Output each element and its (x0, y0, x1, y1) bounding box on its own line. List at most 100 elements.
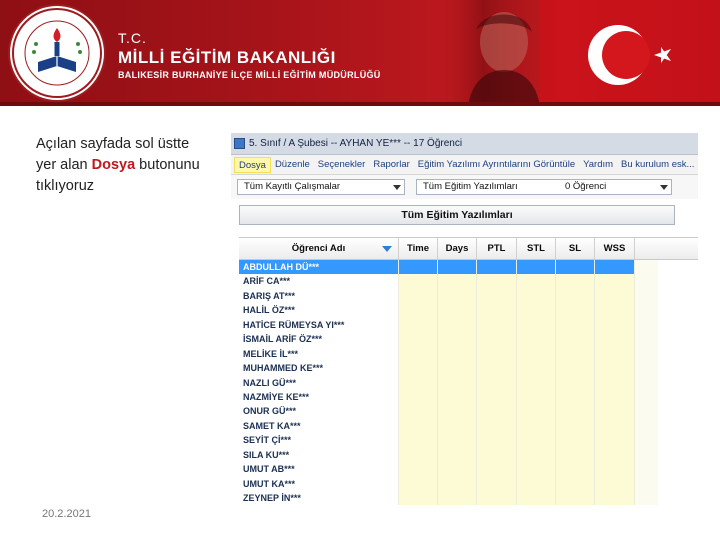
metric-cell (399, 418, 438, 434)
table-row[interactable]: İSMAİL ARİF ÖZ*** (239, 332, 698, 347)
table-row[interactable]: ARİF CA*** (239, 274, 698, 289)
row-filler (635, 462, 658, 477)
sort-desc-icon (382, 246, 392, 252)
metric-cell (595, 332, 635, 347)
metric-cell (556, 332, 595, 347)
row-filler (635, 274, 658, 289)
metric-cell (595, 274, 635, 289)
metric-cell (477, 260, 517, 275)
column-header-filler (635, 238, 658, 259)
chevron-down-icon[interactable] (660, 185, 668, 190)
metric-cell (517, 447, 556, 463)
chevron-down-icon[interactable] (393, 185, 401, 190)
menu-item-raporlar[interactable]: Raporlar (369, 157, 413, 173)
metric-cell (399, 389, 438, 405)
student-name-cell: BARIŞ AT*** (239, 288, 399, 304)
metric-cell (399, 433, 438, 448)
table-row[interactable]: SILA KU*** (239, 447, 698, 463)
row-filler (635, 433, 658, 448)
metric-cell (399, 491, 438, 505)
metric-cell (438, 389, 477, 405)
table-row[interactable]: ONUR GÜ*** (239, 404, 698, 419)
metric-cell (595, 418, 635, 434)
meb-logo (8, 4, 106, 102)
metric-cell (438, 476, 477, 491)
metric-cell (438, 433, 477, 448)
student-count: 0 Öğrenci (565, 181, 607, 192)
metric-cell (477, 288, 517, 304)
metric-cell (556, 260, 595, 275)
meb-emblem-icon (12, 8, 102, 98)
table-header: Öğrenci Adı Time Days PTL STL SL WSS (239, 238, 698, 260)
table-row[interactable]: UMUT KA*** (239, 476, 698, 491)
metric-cell (438, 288, 477, 304)
row-filler (635, 447, 658, 463)
table-row[interactable]: BARIŞ AT*** (239, 288, 698, 304)
filter-bar: Tüm Kayıtlı Çalışmalar Tüm Eğitim Yazılı… (231, 175, 698, 199)
metric-cell (477, 418, 517, 434)
table-row[interactable]: HALİL ÖZ*** (239, 303, 698, 318)
row-filler (635, 332, 658, 347)
metric-cell (556, 389, 595, 405)
metric-cell (517, 389, 556, 405)
menu-item-dosya[interactable]: Dosya (234, 156, 271, 173)
table-row[interactable]: SEYİT Çİ*** (239, 433, 698, 448)
menu-item-seçenekler[interactable]: Seçenekler (314, 157, 370, 173)
menu-item-eğitim-yazılımı-ayrıntılarını-görüntüle[interactable]: Eğitim Yazılımı Ayrıntılarını Görüntüle (414, 157, 579, 173)
metric-cell (517, 418, 556, 434)
column-header-days[interactable]: Days (438, 238, 477, 259)
table-row[interactable]: MUHAMMED KE*** (239, 361, 698, 376)
study-filter-dropdown[interactable]: Tüm Kayıtlı Çalışmalar (237, 179, 405, 195)
table-row[interactable]: MELİKE İL*** (239, 346, 698, 362)
metric-cell (595, 361, 635, 376)
row-filler (635, 389, 658, 405)
header-banner: T.C. MİLLİ EĞİTİM BAKANLIĞI BALIKESİR BU… (0, 0, 720, 106)
slide-date: 20.2.2021 (42, 508, 91, 520)
table-row[interactable]: SAMET KA*** (239, 418, 698, 434)
metric-cell (556, 375, 595, 390)
metric-cell (399, 346, 438, 362)
metric-cell (438, 361, 477, 376)
student-name-cell: UMUT AB*** (239, 462, 399, 477)
metric-cell (477, 346, 517, 362)
table-row[interactable]: NAZMİYE KE*** (239, 389, 698, 405)
column-header-stl[interactable]: STL (517, 238, 556, 259)
software-filter-dropdown[interactable]: Tüm Eğitim Yazılımları 0 Öğrenci (416, 179, 672, 195)
column-header-sl[interactable]: SL (556, 238, 595, 259)
study-filter-value: Tüm Kayıtlı Çalışmalar (244, 181, 341, 192)
metric-cell (556, 404, 595, 419)
metric-cell (556, 274, 595, 289)
table-row[interactable]: UMUT AB*** (239, 462, 698, 477)
table-row[interactable]: HATİCE RÜMEYSA YI*** (239, 317, 698, 333)
column-header-wss[interactable]: WSS (595, 238, 635, 259)
student-name-cell: MUHAMMED KE*** (239, 361, 399, 376)
metric-cell (556, 462, 595, 477)
metric-cell (556, 346, 595, 362)
metric-cell (595, 389, 635, 405)
menu-item-bu-kurulum-esk-[interactable]: Bu kurulum esk... (617, 157, 698, 173)
metric-cell (399, 303, 438, 318)
metric-cell (438, 462, 477, 477)
instruction-highlight-dosya: Dosya (91, 157, 136, 173)
column-header-ptl[interactable]: PTL (477, 238, 517, 259)
table-row[interactable]: ABDULLAH DÜ*** (239, 260, 698, 275)
menu-item-düzenle[interactable]: Düzenle (271, 157, 314, 173)
table-row[interactable]: NAZLI GÜ*** (239, 375, 698, 390)
metric-cell (477, 433, 517, 448)
metric-cell (517, 288, 556, 304)
table-row[interactable]: ZEYNEP İN*** (239, 491, 698, 505)
student-name-cell: ZEYNEP İN*** (239, 491, 399, 505)
menu-item-yardım[interactable]: Yardım (579, 157, 617, 173)
metric-cell (438, 491, 477, 505)
metric-cell (595, 476, 635, 491)
metric-cell (399, 317, 438, 333)
column-header-student-name[interactable]: Öğrenci Adı (239, 238, 399, 259)
metric-cell (438, 346, 477, 362)
row-filler (635, 404, 658, 419)
metric-cell (477, 476, 517, 491)
metric-cell (517, 491, 556, 505)
column-header-time[interactable]: Time (399, 238, 438, 259)
app-window: 5. Sınıf / A Şubesi -- AYHAN YE*** -- 17… (231, 133, 698, 505)
student-name-cell: ABDULLAH DÜ*** (239, 260, 399, 275)
student-name-cell: NAZMİYE KE*** (239, 389, 399, 405)
